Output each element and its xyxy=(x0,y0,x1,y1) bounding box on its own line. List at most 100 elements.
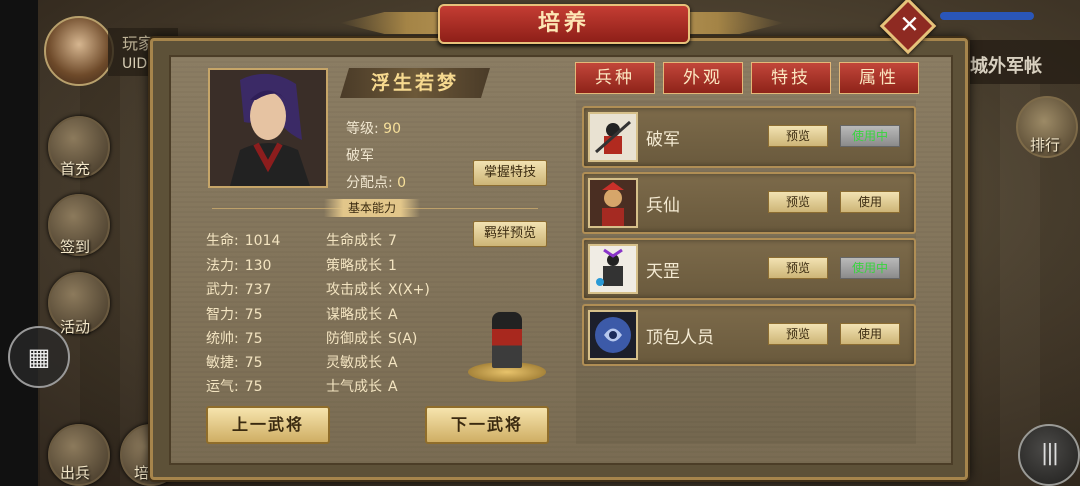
tab-skill[interactable]: 特技 xyxy=(751,62,831,94)
tab-troop[interactable]: 兵种 xyxy=(575,62,655,94)
close-icon: ✕ xyxy=(899,10,920,39)
use-button[interactable]: 使用中 xyxy=(840,257,900,279)
stat-row: 敏捷: 75 xyxy=(206,352,263,372)
use-button[interactable]: 使用 xyxy=(840,191,900,213)
growth-value: A xyxy=(388,379,398,395)
growth-label: 攻击成长 xyxy=(326,282,382,298)
level-value: 90 xyxy=(383,121,401,137)
unit-name: 破军 xyxy=(646,130,680,150)
unit-row-dingbao[interactable]: 顶包人员 预览 使用 xyxy=(582,304,916,366)
rank-label: 排行 xyxy=(1030,136,1061,154)
stat-row: 智力: 75 xyxy=(206,304,263,324)
hero-portrait-art xyxy=(210,70,326,186)
left-screen-edge xyxy=(0,0,38,486)
hero-portrait xyxy=(208,68,328,188)
stat-row: 法力: 130 xyxy=(206,255,271,275)
floating-assist-icon[interactable]: ▦ xyxy=(8,326,70,388)
outer-camp-label[interactable]: 城外军帐 xyxy=(970,52,1042,78)
growth-label: 策略成长 xyxy=(326,258,382,274)
growth-label: 灵敏成长 xyxy=(326,355,382,371)
preview-button[interactable]: 预览 xyxy=(768,125,828,147)
unit-thumbnail xyxy=(588,112,638,162)
prev-general-button[interactable]: 上一武将 xyxy=(206,406,330,444)
unit-thumb-art xyxy=(590,312,636,358)
growth-row: 谋略成长 A xyxy=(326,304,398,324)
stat-label: 法力: xyxy=(206,258,239,274)
hero-name: 浮生若梦 xyxy=(340,68,490,98)
tab-appearance[interactable]: 外观 xyxy=(663,62,743,94)
stat-value: 75 xyxy=(244,307,263,323)
growth-row: 攻击成长 X(X+) xyxy=(326,279,430,299)
points-label: 分配点: xyxy=(346,175,393,191)
unit-thumb-art xyxy=(590,180,636,226)
menu-icon[interactable]: ||| xyxy=(1018,424,1080,486)
bond-preview-button[interactable]: 羁绊预览 xyxy=(473,221,547,247)
growth-value: 1 xyxy=(388,258,397,274)
growth-value: S(A) xyxy=(388,331,418,347)
growth-label: 生命成长 xyxy=(326,233,382,249)
preview-button[interactable]: 预览 xyxy=(768,257,828,279)
hero-level: 等级: 90 xyxy=(346,118,401,138)
growth-value: X(X+) xyxy=(388,282,430,298)
dispatch-label: 出兵 xyxy=(60,464,91,482)
preview-button[interactable]: 预览 xyxy=(768,191,828,213)
tab-attribute[interactable]: 属性 xyxy=(839,62,919,94)
dialog-title: 培养 xyxy=(438,4,690,44)
unit-name: 兵仙 xyxy=(646,196,680,216)
unit-thumb-art xyxy=(590,246,636,292)
use-button[interactable]: 使用中 xyxy=(840,125,900,147)
stat-row: 运气: 75 xyxy=(206,376,263,396)
basic-ability-label: 基本能力 xyxy=(324,199,420,217)
checkin-label: 签到 xyxy=(60,238,91,256)
use-button[interactable]: 使用 xyxy=(840,323,900,345)
preview-button[interactable]: 预览 xyxy=(768,323,828,345)
stat-label: 生命: xyxy=(206,233,239,249)
stat-label: 运气: xyxy=(206,379,239,395)
stat-row: 武力: 737 xyxy=(206,279,271,299)
growth-row: 策略成长 1 xyxy=(326,255,397,275)
unit-thumbnail xyxy=(588,310,638,360)
activity-label: 活动 xyxy=(60,318,91,336)
growth-value: A xyxy=(388,355,398,371)
stat-value: 75 xyxy=(244,355,263,371)
unit-name: 天罡 xyxy=(646,262,680,282)
stat-label: 统帅: xyxy=(206,331,239,347)
growth-row: 防御成长 S(A) xyxy=(326,328,417,348)
stat-label: 智力: xyxy=(206,307,239,323)
growth-row: 灵敏成长 A xyxy=(326,352,398,372)
stat-label: 武力: xyxy=(206,282,239,298)
growth-row: 生命成长 7 xyxy=(326,230,397,250)
unit-row-pojun[interactable]: 破军 预览 使用中 xyxy=(582,106,916,168)
stat-row: 生命: 1014 xyxy=(206,230,280,250)
unit-thumbnail xyxy=(588,244,638,294)
growth-label: 防御成长 xyxy=(326,331,382,347)
stat-value: 75 xyxy=(244,379,263,395)
exp-bar xyxy=(940,12,1034,20)
growth-row: 士气成长 A xyxy=(326,376,398,396)
stat-row: 统帅: 75 xyxy=(206,328,263,348)
next-general-button[interactable]: 下一武将 xyxy=(425,406,549,444)
unit-name: 顶包人员 xyxy=(646,328,714,348)
player-avatar[interactable] xyxy=(44,16,114,86)
sprite-figure xyxy=(492,312,522,368)
stat-value: 130 xyxy=(244,258,272,274)
stat-value: 75 xyxy=(244,331,263,347)
unit-thumbnail xyxy=(588,178,638,228)
first-charge-label: 首充 xyxy=(60,160,91,178)
points-value: 0 xyxy=(397,175,407,191)
unit-thumb-art xyxy=(590,114,636,160)
stat-value: 1014 xyxy=(244,233,281,249)
hero-sprite xyxy=(464,310,550,382)
stat-value: 737 xyxy=(244,282,272,298)
stat-label: 敏捷: xyxy=(206,355,239,371)
growth-value: A xyxy=(388,307,398,323)
train-label: 培 xyxy=(134,464,150,482)
master-skill-button[interactable]: 掌握特技 xyxy=(473,160,547,186)
unit-row-tiangang[interactable]: 天罡 预览 使用中 xyxy=(582,238,916,300)
growth-label: 谋略成长 xyxy=(326,307,382,323)
hero-points: 分配点: 0 xyxy=(346,172,406,192)
growth-value: 7 xyxy=(388,233,397,249)
unit-row-bingxian[interactable]: 兵仙 预览 使用 xyxy=(582,172,916,234)
hero-troop: 破军 xyxy=(346,148,374,164)
level-label: 等级: xyxy=(346,121,379,137)
